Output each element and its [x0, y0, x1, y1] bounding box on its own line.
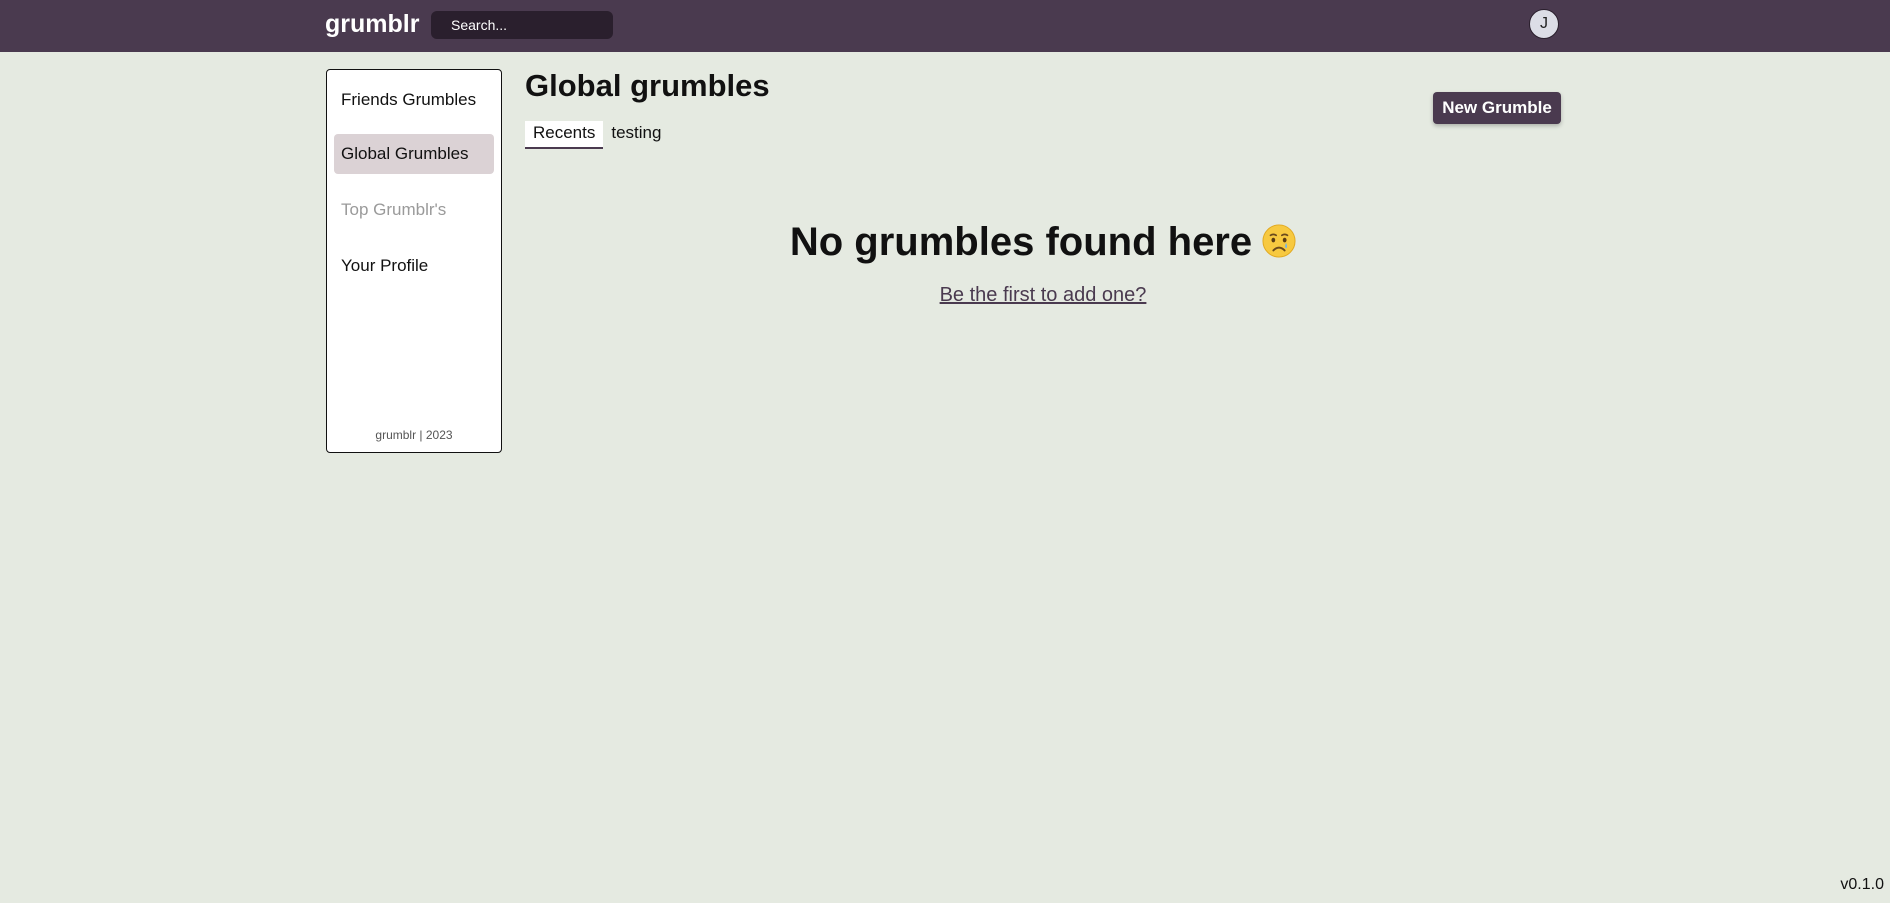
- user-avatar-button[interactable]: J: [1529, 9, 1559, 39]
- empty-state-link-wrapper: Be the first to add one?: [525, 284, 1561, 307]
- sidebar-item-top-grumblrs: Top Grumblr's: [341, 200, 447, 219]
- page-title: Global grumbles: [525, 68, 770, 103]
- add-first-grumble-link[interactable]: Be the first to add one?: [940, 284, 1147, 306]
- empty-state-title-text: No grumbles found here: [789, 220, 1253, 264]
- sidebar-item-friends-grumbles[interactable]: Friends Grumbles: [334, 80, 494, 120]
- sidebar: Friends Grumbles Global Grumbles Top Gru…: [326, 69, 502, 453]
- search-input[interactable]: [431, 11, 613, 39]
- empty-state-title: No grumbles found here: [525, 220, 1561, 265]
- tab-testing[interactable]: testing: [603, 121, 669, 147]
- tab-recents[interactable]: Recents: [525, 121, 604, 149]
- version-label: v0.1.0: [1840, 876, 1884, 893]
- new-grumble-button[interactable]: New Grumble: [1433, 92, 1561, 124]
- top-navbar: grumblr J: [0, 0, 1890, 52]
- app-logo[interactable]: grumblr: [325, 10, 419, 39]
- sidebar-footer: grumblr | 2023: [375, 428, 453, 442]
- sidebar-item-global-grumbles[interactable]: Global Grumbles: [334, 134, 494, 174]
- crying-face-icon: [1262, 224, 1296, 258]
- feed-tabs: Recents testing: [525, 121, 669, 149]
- sidebar-item-your-profile[interactable]: Your Profile: [334, 246, 494, 286]
